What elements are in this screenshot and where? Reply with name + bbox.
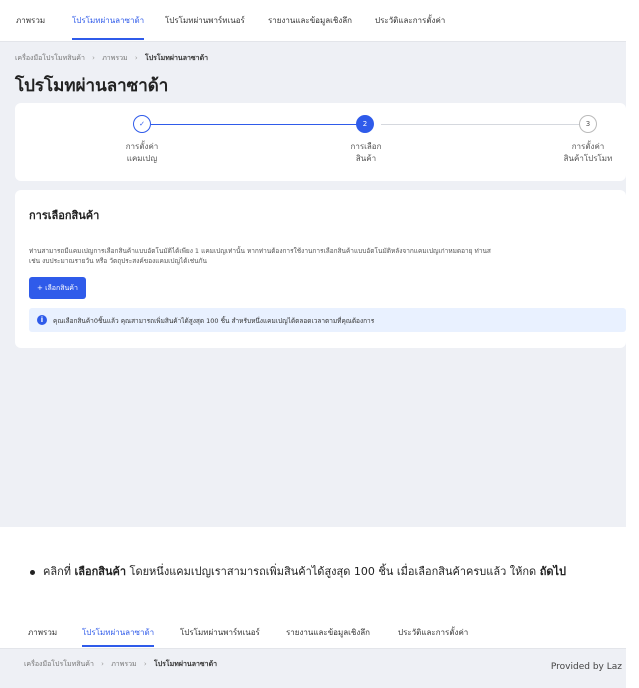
breadcrumb-separator: › — [143, 660, 147, 668]
tab-promote-via-partner[interactable]: โปรโมทผ่านพาร์ทเนอร์ — [165, 0, 245, 42]
breadcrumb-separator: › — [92, 54, 95, 62]
tab-reports-insights[interactable]: รายงานและข้อมูลเชิงลึก — [268, 0, 352, 42]
step-2-marker: 2 — [356, 115, 374, 133]
breadcrumb-current: โปรโมทผ่านลาซาด้า — [144, 54, 209, 62]
instruction-text: คลิกที่ เลือกสินค้า โดยหนึ่งแคมเปญเราสาม… — [30, 562, 639, 580]
step-1-check-icon: ✓ — [133, 115, 151, 133]
seller-center-screenshot-2: ภาพรวม โปรโมทผ่านลาซาด้า โปรโมทผ่านพาร์ท… — [0, 617, 626, 688]
step-1-label-line2: แคมเปญ — [126, 154, 158, 163]
page-title: โปรโมทผ่านลาซาด้า — [15, 76, 169, 96]
breadcrumb-overview[interactable]: ภาพรวม — [102, 54, 127, 62]
selection-info-text: คุณเลือกสินค้า0ชิ้นแล้ว คุณสามารถเพิ่มสิ… — [53, 317, 375, 325]
seller-center-screenshot: ภาพรวม โปรโมทผ่านลาซาด้า โปรโมทผ่านพาร์ท… — [0, 0, 626, 527]
breadcrumb-promotion-tools[interactable]: เครื่องมือโปรโมทสินค้า — [24, 660, 94, 668]
description-line-1: ท่านสามารถมีแคมเปญการเลือกสินค้าแบบอัตโน… — [29, 247, 491, 255]
step-2-label-line1: การเลือก — [350, 142, 382, 151]
instruction-select-products: เลือกสินค้า — [74, 565, 127, 578]
info-icon: i — [37, 315, 47, 325]
progress-stepper: ✓ 2 3 การตั้งค่า แคมเปญ การเลือก สินค้า … — [15, 103, 626, 181]
tab-history-settings[interactable]: ประวัติและการตั้งค่า — [375, 0, 445, 42]
breadcrumb-overview[interactable]: ภาพรวม — [111, 660, 136, 668]
stepper-line-pending — [381, 124, 581, 125]
step-3-label-line2: สินค้าโปรโมท — [563, 154, 613, 163]
breadcrumb-2: เครื่องมือโปรโมทสินค้า › ภาพรวม › โปรโมท… — [24, 659, 217, 670]
tab-history-settings[interactable]: ประวัติและการตั้งค่า — [398, 617, 468, 649]
product-selection-title: การเลือกสินค้า — [29, 209, 100, 222]
tab-promote-via-lazada[interactable]: โปรโมทผ่านลาซาด้า — [82, 617, 155, 649]
step-1-label: การตั้งค่า แคมเปญ — [101, 141, 183, 165]
breadcrumb-separator: › — [101, 660, 104, 668]
tab-overview[interactable]: ภาพรวม — [16, 0, 45, 42]
instruction-middle: โดยหนึ่งแคมเปญเราสามารถเพิ่มสินค้าได้สูง… — [126, 565, 540, 578]
instruction-next: ถัดไป — [539, 565, 567, 578]
select-products-button[interactable]: + เลือกสินค้า — [29, 277, 86, 299]
tab-overview[interactable]: ภาพรวม — [28, 617, 57, 649]
step-1-label-line1: การตั้งค่า — [125, 142, 159, 151]
step-2-label: การเลือก สินค้า — [325, 141, 407, 165]
stepper-line-complete — [151, 124, 361, 125]
product-selection-description: ท่านสามารถมีแคมเปญการเลือกสินค้าแบบอัตโน… — [29, 246, 626, 266]
description-line-2: เช่น งบประมาณรายวัน หรือ วัตถุประสงค์ของ… — [29, 257, 207, 265]
selection-info-banner: i คุณเลือกสินค้า0ชิ้นแล้ว คุณสามารถเพิ่ม… — [29, 308, 626, 332]
breadcrumb-current: โปรโมทผ่านลาซาด้า — [153, 660, 218, 668]
bullet-point — [30, 569, 35, 575]
breadcrumb: เครื่องมือโปรโมทสินค้า › ภาพรวม › โปรโมท… — [15, 53, 208, 64]
instruction-prefix: คลิกที่ — [43, 565, 75, 578]
top-navigation: ภาพรวม โปรโมทผ่านลาซาด้า โปรโมทผ่านพาร์ท… — [0, 0, 626, 42]
step-3-label: การตั้งค่า สินค้าโปรโมท — [547, 141, 626, 165]
top-navigation-2: ภาพรวม โปรโมทผ่านลาซาด้า โปรโมทผ่านพาร์ท… — [0, 617, 626, 649]
provided-by-text: Provided by Laz — [550, 662, 622, 672]
breadcrumb-separator: › — [134, 54, 138, 62]
breadcrumb-promotion-tools[interactable]: เครื่องมือโปรโมทสินค้า — [15, 54, 85, 62]
tab-promote-via-lazada[interactable]: โปรโมทผ่านลาซาด้า — [72, 0, 145, 42]
step-2-label-line2: สินค้า — [355, 154, 377, 163]
product-selection-card: การเลือกสินค้า ท่านสามารถมีแคมเปญการเลือ… — [15, 190, 626, 348]
step-3-label-line1: การตั้งค่า — [571, 142, 605, 151]
tab-reports-insights[interactable]: รายงานและข้อมูลเชิงลึก — [286, 617, 370, 649]
tab-promote-via-partner[interactable]: โปรโมทผ่านพาร์ทเนอร์ — [180, 617, 260, 649]
step-3-marker: 3 — [579, 115, 597, 133]
